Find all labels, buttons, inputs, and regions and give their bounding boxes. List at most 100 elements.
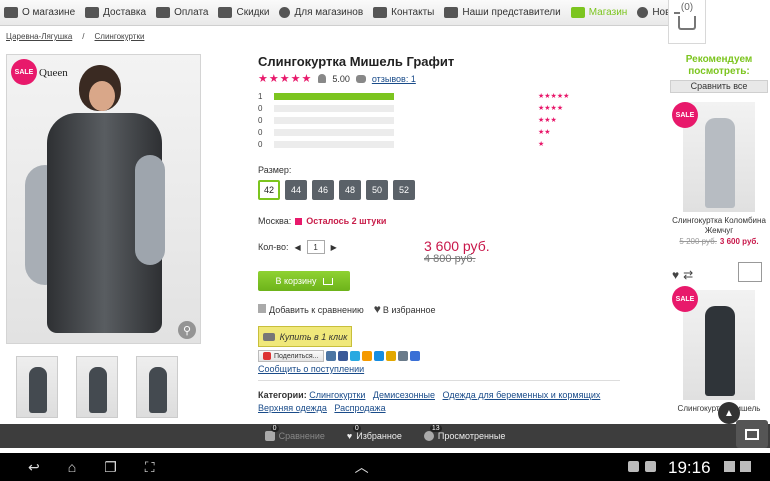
chevron-up-icon[interactable]: ︿ [355,457,369,477]
notify-link[interactable]: Сообщить о поступлении [258,364,364,374]
vk-icon[interactable] [325,351,336,361]
add-to-cart-button[interactable]: В корзину [258,271,350,291]
facebook-icon[interactable] [337,351,348,361]
price: 3 600 руб. [424,238,490,254]
friendfeed-icon[interactable] [409,351,420,361]
notification-icons [628,461,656,472]
buy-one-click-button[interactable]: Купить в 1 клик [258,326,352,347]
header-cart[interactable]: (0) [668,0,706,44]
qty-input[interactable]: 1 [306,240,325,254]
chat-icon [279,7,291,18]
nav-item-payment[interactable]: Оплата [156,7,208,18]
size-option[interactable]: 46 [312,180,334,200]
heart-icon[interactable]: ♥ [672,268,679,282]
comment-icon [355,74,366,83]
recommend-actions: ♥ ⇄ [672,268,693,282]
top-nav: О магазине Доставка Оплата Скидки Для ма… [0,0,691,26]
nav-item-delivery[interactable]: Доставка [85,7,146,18]
compare-arrows-icon[interactable]: ⇄ [683,268,693,282]
favorite-link[interactable]: ♥ В избранное [374,302,436,316]
back-icon[interactable]: ↩ [28,459,40,476]
livejournal-icon[interactable] [385,351,396,361]
category-link[interactable]: Распродажа [334,403,385,413]
rating-bar-row: 0 ★★★ [258,114,578,126]
nav-item-contacts[interactable]: Контакты [373,7,434,18]
size-selector: 42 44 46 48 50 52 [258,180,415,200]
compare-icon [258,303,266,313]
bottom-label: Просмотренные [437,431,506,441]
bottom-count: 0 [270,425,279,432]
nav-item-shop[interactable]: Магазин [570,7,627,18]
nav-item-about[interactable]: О магазине [4,7,75,18]
thumbnail[interactable] [76,356,118,418]
bottom-compare[interactable]: 0 Сравнение [264,425,325,441]
compare-link[interactable]: Добавить к сравнению [258,303,364,315]
category-link[interactable]: Верхняя одежда [258,403,327,413]
nav-label: Доставка [103,7,147,18]
size-option[interactable]: 50 [366,180,388,200]
thumbnail[interactable] [136,356,178,418]
clock: 19:16 [668,458,711,477]
add-to-cart-label: В корзину [275,276,317,286]
favorite-label: В избранное [382,305,436,315]
screenshot-icon[interactable]: ⛶ [145,459,155,476]
share-bar: Поделиться... [258,350,420,362]
rating-stars: ★★★ [538,117,557,124]
whatsapp-icon [645,461,656,472]
category-link[interactable]: Одежда для беременных и кормящих [443,390,601,400]
size-option[interactable]: 44 [285,180,307,200]
product-actions: Добавить к сравнению ♥ В избранное [258,302,436,316]
reviews-link[interactable]: отзывов: 1 [372,74,416,84]
size-option[interactable]: 52 [393,180,415,200]
blogger-icon[interactable] [397,351,408,361]
size-label: Размер: [258,165,292,175]
bottom-count: 13 [429,425,442,432]
breadcrumb-link[interactable]: Слингокуртки [95,32,145,41]
size-option[interactable]: 48 [339,180,361,200]
breadcrumb-separator: / [82,32,85,41]
recommend-name[interactable]: Слингокуртка Коломбина Жемчуг [668,216,770,236]
mail-icon [373,7,388,18]
breadcrumb: Царевна-Лягушка / Слингокуртки [6,32,144,41]
rating-bar [274,92,394,100]
mailru-icon[interactable] [373,351,384,361]
rating-bar-fill [274,92,394,100]
bottom-viewed[interactable]: 13 Просмотренные [423,425,506,441]
rating-value: 5.00 [332,73,350,84]
brand-logo: Queen [39,67,68,79]
status-icons [724,461,751,472]
thumbnail[interactable] [16,356,58,418]
nav-item-representatives[interactable]: Наши представители [444,7,561,18]
nav-item-for-shops[interactable]: Для магазинов [279,7,363,18]
size-option[interactable]: 42 [258,180,280,200]
bottom-label: Избранное [356,431,402,441]
breadcrumb-link[interactable]: Царевна-Лягушка [6,32,72,41]
zoom-icon[interactable]: ⚲ [178,321,196,339]
stock-info: Москва: Осталось 2 штуки [258,216,386,226]
category-link[interactable]: Демисезонные [373,390,435,400]
bottom-bar: 0 Сравнение 0 ♥ Избранное 13 Просмотренные [0,424,770,448]
share-label: Поделиться... [274,352,319,360]
share-button[interactable]: Поделиться... [258,350,324,362]
window-expand-icon[interactable] [736,420,768,448]
product-photo[interactable]: SALE Queen ⚲ [6,54,201,344]
odnoklassniki-icon[interactable] [361,351,372,361]
home-icon[interactable]: ⌂ [68,459,76,475]
cart-discount-icon [218,7,233,18]
decrease-icon[interactable]: ◀ [295,243,301,252]
bottom-label: Сравнение [278,431,325,441]
recommend-prices: 5 200 руб. 3 600 руб. [668,237,770,246]
compare-icon [264,431,275,441]
people-icon [444,7,459,18]
nav-label: Для магазинов [294,7,364,18]
bottom-favorites[interactable]: 0 ♥ Избранное [347,425,402,441]
recent-apps-icon[interactable]: ❐ [104,459,117,476]
increase-icon[interactable]: ▶ [331,243,337,252]
twitter-icon[interactable] [349,351,360,361]
rating-summary: ★★★★★ 5.00 отзывов: 1 [258,72,416,85]
rating-bar-row: 0 ★★★★ [258,102,578,114]
category-link[interactable]: Слингокуртки [309,390,365,400]
recommend-title: Рекомендуем посмотреть: [685,54,753,77]
nav-item-discounts[interactable]: Скидки [218,7,269,18]
compare-all-button[interactable]: Сравнить все [670,80,768,93]
